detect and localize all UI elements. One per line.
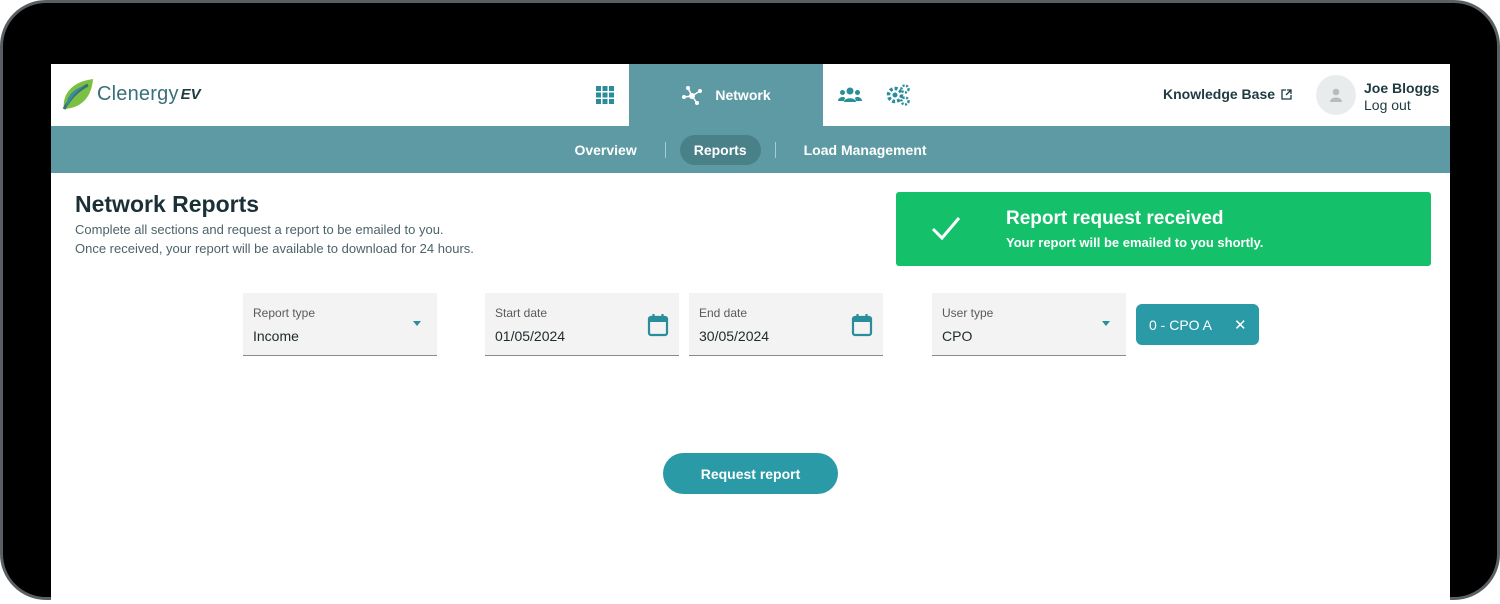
brand-name: Clenergy [97,82,179,105]
nav-settings[interactable] [877,64,919,126]
end-date-value: 30/05/2024 [699,328,770,344]
logout-link[interactable]: Log out [1364,97,1411,113]
avatar[interactable] [1316,75,1356,115]
users-icon [838,87,862,102]
report-type-select[interactable]: Report type Income [243,293,437,356]
app-screen: Clenergy EV Network Knowledge Base Joe B… [51,64,1450,604]
calendar-icon[interactable] [647,313,669,337]
brand-logo[interactable]: Clenergy EV [60,76,201,112]
page-description: Complete all sections and request a repo… [75,222,444,237]
leaf-logo-icon [62,79,93,110]
device-frame: Clenergy EV Network Knowledge Base Joe B… [0,0,1500,604]
tab-divider [664,141,666,158]
knowledge-base-link[interactable]: Knowledge Base [1163,86,1292,102]
top-navbar: Clenergy EV Network Knowledge Base Joe B… [51,64,1450,126]
calendar-icon[interactable] [851,313,873,337]
nav-network[interactable]: Network [629,64,823,126]
tab-reports[interactable]: Reports [679,134,761,165]
nav-network-label: Network [715,87,771,103]
page-description-2: Once received, your report will be avail… [75,241,474,256]
toast-subtitle: Your report will be emailed to you short… [1006,235,1264,250]
user-name: Joe Bloggs [1364,80,1440,96]
toast-title: Report request received [1006,208,1224,229]
tab-overview[interactable]: Overview [560,135,650,165]
brand-suffix: EV [180,85,201,103]
network-icon [682,86,703,105]
nav-dashboard[interactable] [581,64,629,126]
grid-icon [596,86,614,104]
user-type-label: User type [942,306,994,320]
end-date-field[interactable]: End date 30/05/2024 [689,293,883,356]
tab-load-management[interactable]: Load Management [790,135,941,165]
user-type-value: CPO [942,328,973,344]
main-nav: Network [581,64,919,126]
close-icon[interactable]: ✕ [1234,316,1247,334]
selected-user-chip: 0 - CPO A ✕ [1136,304,1259,345]
report-type-value: Income [253,328,299,344]
user-icon [1330,88,1342,102]
request-report-button[interactable]: Request report [663,453,838,494]
start-date-value: 01/05/2024 [495,328,566,344]
knowledge-base-label: Knowledge Base [1163,86,1276,102]
end-date-label: End date [699,306,748,320]
sub-navbar: Overview Reports Load Management [51,126,1450,173]
user-type-select[interactable]: User type CPO [932,293,1126,356]
start-date-field[interactable]: Start date 01/05/2024 [485,293,679,356]
report-type-label: Report type [253,306,316,320]
caret-down-icon [1102,321,1110,326]
chip-label: 0 - CPO A [1149,316,1213,333]
caret-down-icon [413,321,421,326]
external-link-icon [1281,88,1292,100]
success-toast: Report request received Your report will… [896,192,1431,266]
page-title: Network Reports [75,191,260,217]
checkmark-icon [931,217,961,241]
nav-users[interactable] [823,64,877,126]
tab-divider [774,141,776,158]
start-date-label: Start date [495,306,548,320]
gears-icon [886,84,910,106]
